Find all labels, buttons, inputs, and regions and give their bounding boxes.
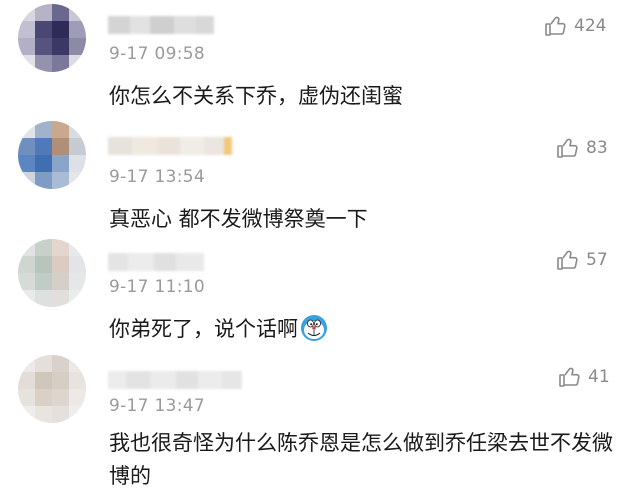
avatar[interactable] [18,4,86,72]
username-blurred[interactable] [108,16,214,34]
avatar-pixel [69,355,86,372]
avatar-pixel [35,172,52,189]
comment-timestamp: 9-17 11:10 [109,277,205,297]
like-button[interactable]: 83 [556,136,608,160]
avatar-pixel [52,290,69,307]
like-count: 57 [586,250,608,270]
like-button[interactable]: 424 [544,14,606,38]
avatar-pixel [69,155,86,172]
avatar[interactable] [18,121,86,189]
avatar-pixel [35,372,52,389]
thumbs-up-icon [557,250,578,270]
comment-timestamp: 9-17 13:47 [109,396,205,416]
comment-timestamp: 9-17 09:58 [109,44,205,64]
comment-timestamp: 9-17 13:54 [109,167,205,187]
avatar-pixel [52,121,69,138]
avatar-pixel [18,256,35,273]
avatar-pixel [69,290,86,307]
avatar-pixel [69,172,86,189]
avatar-pixel [35,38,52,55]
avatar-pixel [69,138,86,155]
avatar-pixel [52,355,69,372]
avatar-pixel [69,38,86,55]
avatar-pixel [52,55,69,72]
avatar[interactable] [18,239,86,307]
avatar-pixel [35,273,52,290]
comment-text: 你弟死了，说个话啊 [109,313,609,346]
avatar-pixel [69,372,86,389]
avatar-pixel [18,355,35,372]
avatar-pixel [18,290,35,307]
avatar-pixel [18,21,35,38]
username-blurred[interactable] [108,137,232,155]
thumbs-up-icon [545,16,566,36]
like-count: 83 [586,138,608,158]
avatar-pixel [52,256,69,273]
comment-item: 9-17 11:10 你弟死了，说个话啊 57 [0,233,640,351]
username-blurred[interactable] [108,253,204,271]
comment-item: 9-17 13:54 真恶心 都不发微博祭奠一下 83 [0,115,640,233]
avatar-pixel [69,273,86,290]
like-count: 41 [588,367,610,387]
avatar-pixel [52,389,69,406]
avatar-pixel [69,121,86,138]
avatar-pixel [18,406,35,423]
avatar-pixel [18,38,35,55]
avatar-pixel [35,121,52,138]
avatar-pixel [52,172,69,189]
avatar-pixel [18,138,35,155]
avatar-pixel [52,4,69,21]
avatar-pixel [52,138,69,155]
comment-item: 9-17 09:58 你怎么不关系下乔，虚伪还闺蜜 424 [0,0,640,115]
username-blurred[interactable] [108,371,242,389]
avatar-pixel [35,4,52,21]
avatar-pixel [52,406,69,423]
doraemon-emoji-icon [301,315,327,341]
avatar[interactable] [18,355,86,423]
avatar-pixel [35,406,52,423]
avatar-pixel [69,406,86,423]
comment-text: 真恶心 都不发微博祭奠一下 [109,207,368,231]
like-count: 424 [574,16,607,36]
avatar-pixel [18,55,35,72]
avatar-pixel [52,155,69,172]
avatar-pixel [35,55,52,72]
avatar-pixel [69,239,86,256]
comment-text: 你怎么不关系下乔，虚伪还闺蜜 [109,84,403,108]
avatar-pixel [69,4,86,21]
avatar-pixel [69,55,86,72]
avatar-pixel [35,21,52,38]
avatar-pixel [52,273,69,290]
like-button[interactable]: 57 [556,248,608,272]
avatar-pixel [35,256,52,273]
avatar-pixel [69,389,86,406]
avatar-pixel [69,21,86,38]
avatar-pixel [18,389,35,406]
avatar-pixel [18,121,35,138]
comment-text: 我也很奇怪为什么陈乔恩是怎么做到乔任梁去世不发微博的 [109,431,613,488]
avatar-pixel [18,155,35,172]
avatar-pixel [35,155,52,172]
avatar-pixel [69,256,86,273]
avatar-pixel [35,138,52,155]
avatar-pixel [52,21,69,38]
avatar-pixel [18,372,35,389]
like-button[interactable]: 41 [558,365,610,389]
thumbs-up-icon [559,367,580,387]
avatar-pixel [35,239,52,256]
comment-item: 9-17 13:47 我也很奇怪为什么陈乔恩是怎么做到乔任梁去世不发微博的 41 [0,351,640,499]
avatar-pixel [35,290,52,307]
comment-text-content: 你弟死了，说个话啊 [109,317,298,341]
avatar-pixel [52,372,69,389]
avatar-pixel [35,355,52,372]
avatar-pixel [52,38,69,55]
avatar-pixel [18,4,35,21]
avatar-pixel [18,239,35,256]
avatar-pixel [52,239,69,256]
avatar-pixel [18,273,35,290]
avatar-pixel [35,389,52,406]
thumbs-up-icon [557,138,578,158]
avatar-pixel [18,172,35,189]
